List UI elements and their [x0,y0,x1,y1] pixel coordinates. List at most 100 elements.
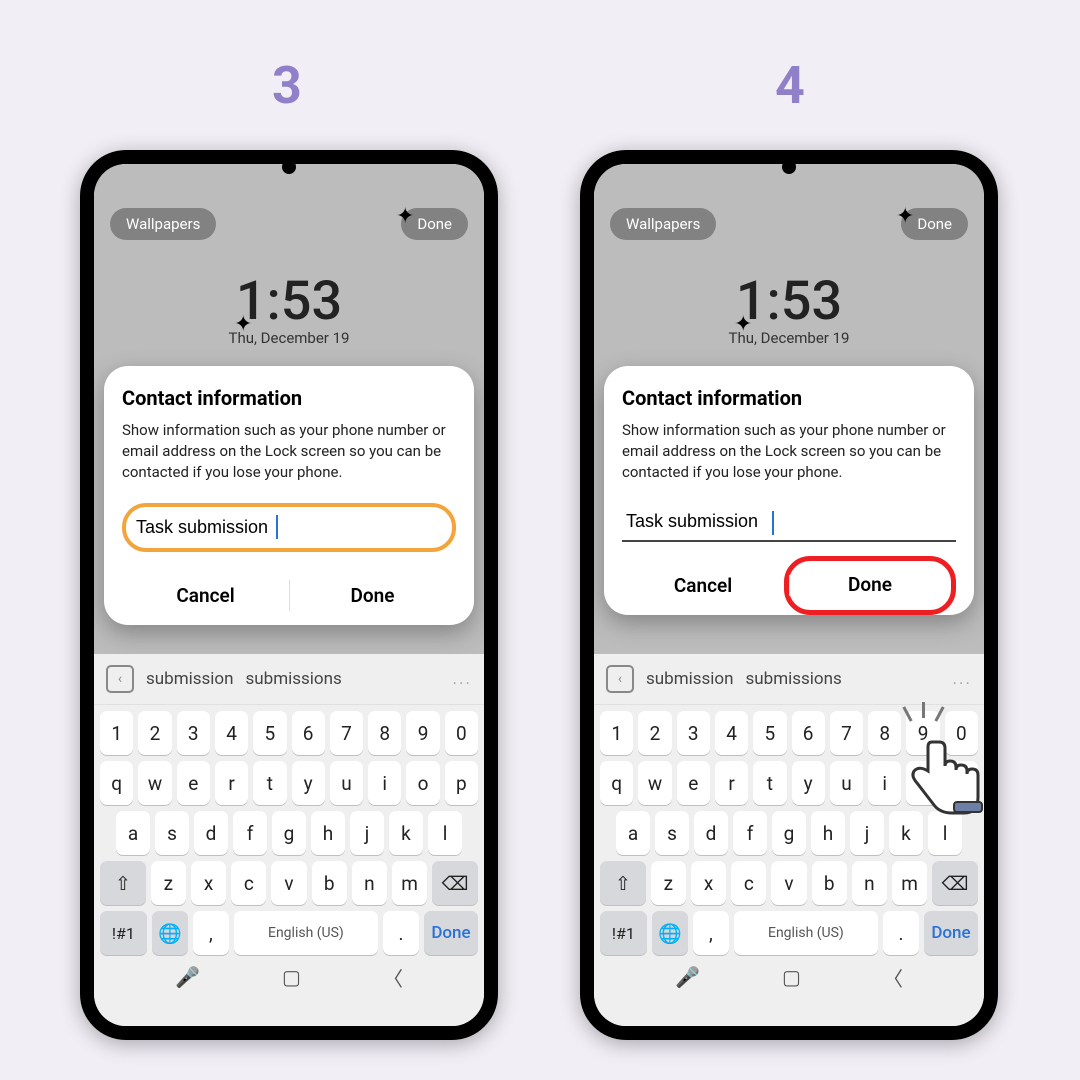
key-3[interactable]: 3 [177,711,210,755]
key-b[interactable]: b [312,861,347,905]
key-s[interactable]: s [655,811,689,855]
suggest-back-icon[interactable]: ‹ [606,665,634,693]
key-9[interactable]: 9 [406,711,439,755]
key-j[interactable]: j [350,811,384,855]
key-h[interactable]: h [311,811,345,855]
key-c[interactable]: c [731,861,766,905]
key-s[interactable]: s [155,811,189,855]
key-u[interactable]: u [330,761,363,805]
key-9[interactable]: 9 [906,711,939,755]
key-6[interactable]: 6 [792,711,825,755]
done-button[interactable]: Done [289,566,456,625]
key-r[interactable]: r [715,761,748,805]
nav-back-icon[interactable]: 〈 [883,963,903,992]
key-o[interactable]: o [406,761,439,805]
key-z[interactable]: z [651,861,686,905]
key-c[interactable]: c [231,861,266,905]
key-u[interactable]: u [830,761,863,805]
key-l[interactable]: l [428,811,462,855]
shift-key[interactable]: ⇧ [600,861,646,905]
key-d[interactable]: d [194,811,228,855]
key-n[interactable]: n [852,861,887,905]
key-5[interactable]: 5 [253,711,286,755]
key-n[interactable]: n [352,861,387,905]
shift-key[interactable]: ⇧ [100,861,146,905]
key-a[interactable]: a [616,811,650,855]
key-i[interactable]: i [868,761,901,805]
symbols-key[interactable]: !#1 [100,911,147,955]
suggestion-1[interactable]: submission [146,669,234,689]
keyboard-done-key[interactable]: Done [924,911,978,955]
key-t[interactable]: t [753,761,786,805]
key-7[interactable]: 7 [330,711,363,755]
key-t[interactable]: t [253,761,286,805]
key-j[interactable]: j [850,811,884,855]
key-d[interactable]: d [694,811,728,855]
backspace-key[interactable]: ⌫ [432,861,478,905]
key-k[interactable]: k [889,811,923,855]
symbols-key[interactable]: !#1 [600,911,647,955]
key-p[interactable]: p [445,761,478,805]
key-w[interactable]: w [138,761,171,805]
globe-key[interactable]: 🌐 [152,911,188,955]
key-e[interactable]: e [677,761,710,805]
key-q[interactable]: q [100,761,133,805]
key-x[interactable]: x [691,861,726,905]
period-key[interactable]: . [883,911,919,955]
key-i[interactable]: i [368,761,401,805]
key-r[interactable]: r [215,761,248,805]
suggestion-bar[interactable]: ‹ submission submissions ... [594,654,984,705]
key-f[interactable]: f [233,811,267,855]
key-x[interactable]: x [191,861,226,905]
key-w[interactable]: w [638,761,671,805]
contact-input[interactable] [622,503,956,542]
key-e[interactable]: e [177,761,210,805]
key-8[interactable]: 8 [368,711,401,755]
key-v[interactable]: v [771,861,806,905]
key-3[interactable]: 3 [677,711,710,755]
suggestion-1[interactable]: submission [646,669,734,689]
space-key[interactable]: English (US) [234,911,378,955]
period-key[interactable]: . [383,911,419,955]
key-m[interactable]: m [892,861,927,905]
suggestion-bar[interactable]: ‹ submission submissions ... [94,654,484,705]
key-g[interactable]: g [272,811,306,855]
nav-recent-icon[interactable]: ▢ [782,965,801,989]
key-v[interactable]: v [271,861,306,905]
key-4[interactable]: 4 [715,711,748,755]
key-y[interactable]: y [792,761,825,805]
nav-recent-icon[interactable]: ▢ [282,965,301,989]
cancel-button[interactable]: Cancel [622,556,784,615]
key-p[interactable]: p [945,761,978,805]
suggestion-more-icon[interactable]: ... [953,669,972,689]
key-5[interactable]: 5 [753,711,786,755]
key-1[interactable]: 1 [600,711,633,755]
key-y[interactable]: y [292,761,325,805]
key-a[interactable]: a [116,811,150,855]
suggest-back-icon[interactable]: ‹ [106,665,134,693]
key-4[interactable]: 4 [215,711,248,755]
backspace-key[interactable]: ⌫ [932,861,978,905]
keyboard-done-key[interactable]: Done [424,911,478,955]
key-b[interactable]: b [812,861,847,905]
key-l[interactable]: l [928,811,962,855]
suggestion-2[interactable]: submissions [746,669,842,689]
mic-icon[interactable]: 🎤 [675,965,700,989]
contact-input[interactable] [132,509,446,546]
key-g[interactable]: g [772,811,806,855]
key-o[interactable]: o [906,761,939,805]
key-k[interactable]: k [389,811,423,855]
done-button[interactable]: Done [784,556,956,615]
wallpapers-button[interactable]: Wallpapers [110,208,216,240]
space-key[interactable]: English (US) [734,911,878,955]
key-h[interactable]: h [811,811,845,855]
key-m[interactable]: m [392,861,427,905]
key-2[interactable]: 2 [138,711,171,755]
key-7[interactable]: 7 [830,711,863,755]
key-0[interactable]: 0 [445,711,478,755]
globe-key[interactable]: 🌐 [652,911,688,955]
wallpapers-button[interactable]: Wallpapers [610,208,716,240]
comma-key[interactable]: , [193,911,229,955]
key-2[interactable]: 2 [638,711,671,755]
comma-key[interactable]: , [693,911,729,955]
